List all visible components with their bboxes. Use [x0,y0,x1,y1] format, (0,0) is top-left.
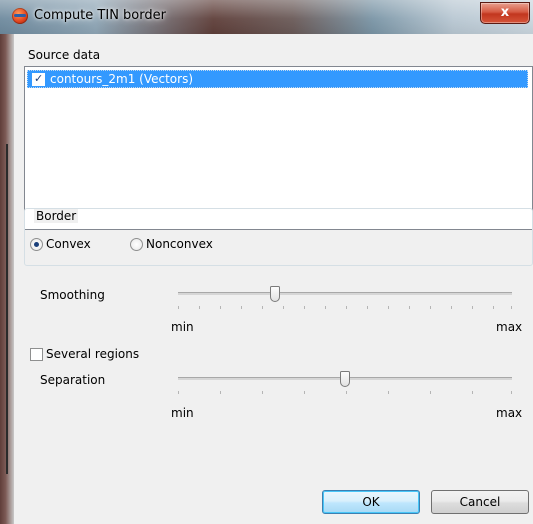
separation-max-label: max [496,406,523,420]
cancel-button[interactable]: Cancel [431,490,529,514]
smoothing-max-label: max [496,320,523,334]
slider-tick [241,306,242,309]
slider-tick [283,306,284,309]
separation-label: Separation [40,373,106,387]
nonconvex-label[interactable]: Nonconvex [146,237,213,251]
window-title: Compute TIN border [34,8,166,23]
several-regions-label[interactable]: Several regions [46,347,139,361]
smoothing-label: Smoothing [40,288,105,302]
slider-tick [178,306,179,309]
border-group-title: Border [34,209,79,223]
slider-tick [262,391,263,394]
smoothing-slider-track[interactable] [178,292,512,295]
list-item[interactable]: contours_2m1 (Vectors) [27,70,528,88]
slider-tick [220,306,221,309]
slider-tick [220,391,221,394]
smoothing-slider-thumb[interactable] [270,286,280,302]
slider-tick [325,306,326,309]
background-window-edge [6,144,8,474]
slider-tick [511,391,512,394]
slider-tick [409,306,410,309]
slider-tick [493,306,494,309]
separation-slider[interactable] [178,371,512,401]
convex-radio[interactable] [30,238,43,251]
smoothing-slider[interactable] [178,286,512,316]
slider-tick [472,391,473,394]
slider-tick [346,306,347,309]
slider-tick [199,306,200,309]
title-bar: Compute TIN border x [0,0,533,34]
slider-tick [346,391,347,394]
close-button[interactable]: x [480,2,530,24]
slider-tick [304,391,305,394]
slider-tick [178,391,179,394]
window-left-edge [0,34,14,524]
slider-tick [304,306,305,309]
border-group [24,208,533,266]
slider-tick [262,306,263,309]
nonconvex-radio[interactable] [130,238,143,251]
ok-button[interactable]: OK [322,490,420,514]
layer-checkbox[interactable] [32,72,45,86]
slider-tick [388,391,389,394]
slider-tick [451,306,452,309]
app-icon [12,8,28,24]
slider-tick [511,306,512,309]
slider-tick [388,306,389,309]
separation-min-label: min [171,406,194,420]
separation-slider-thumb[interactable] [340,371,350,387]
slider-tick [430,306,431,309]
slider-tick [367,306,368,309]
source-data-list[interactable]: contours_2m1 (Vectors) [24,66,533,230]
several-regions-checkbox[interactable] [30,348,43,361]
dialog-body: Source data contours_2m1 (Vectors) Borde… [0,34,533,524]
slider-tick [472,306,473,309]
list-item-label: contours_2m1 (Vectors) [50,72,194,86]
source-data-label: Source data [28,48,101,62]
convex-label[interactable]: Convex [46,237,91,251]
slider-tick [430,391,431,394]
smoothing-min-label: min [171,320,194,334]
